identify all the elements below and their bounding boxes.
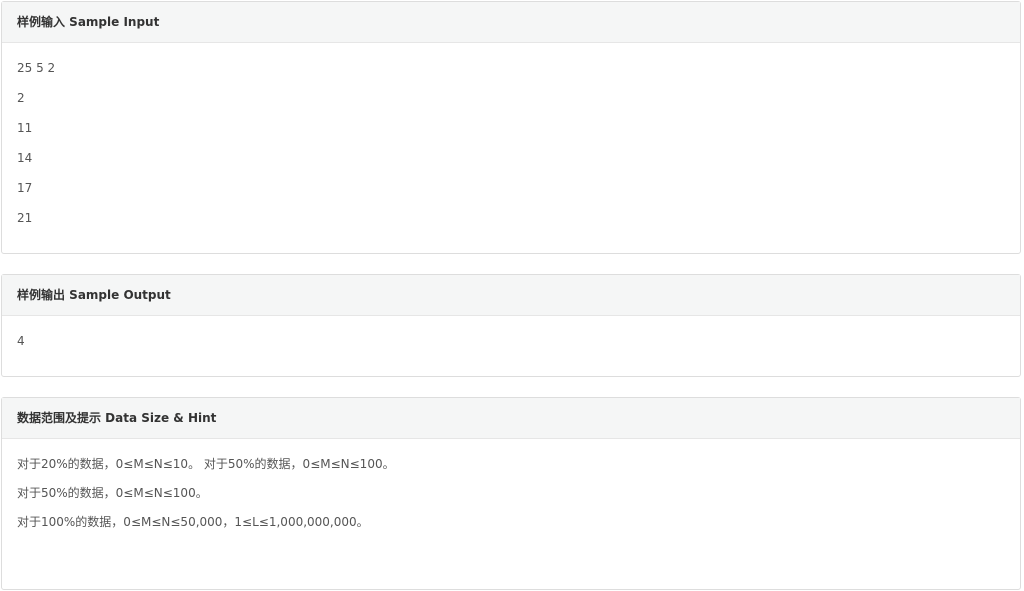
data-size-hint-body: 对于20%的数据，0≤M≤N≤10。 对于50%的数据，0≤M≤N≤100。 对…: [2, 439, 1020, 529]
sample-output-body: 4: [2, 316, 1020, 348]
sample-input-body: 25 5 2 2 11 14 17 21: [2, 43, 1020, 225]
hint-line: 对于100%的数据，0≤M≤N≤50,000，1≤L≤1,000,000,000…: [17, 515, 369, 529]
sample-input-line: 17: [17, 181, 33, 195]
hint-line: 对于20%的数据，0≤M≤N≤10。 对于50%的数据，0≤M≤N≤100。: [17, 457, 395, 471]
sample-input-line: 25 5 2: [17, 61, 56, 75]
sample-input-line: 2: [17, 91, 25, 105]
sample-output-panel: 样例输出 Sample Output 4: [1, 274, 1021, 377]
data-size-hint-title: 数据范围及提示 Data Size & Hint: [2, 398, 1020, 439]
sample-input-line: 14: [17, 151, 33, 165]
sample-output-line: 4: [17, 334, 25, 348]
sample-input-line: 11: [17, 121, 33, 135]
sample-input-panel: 样例输入 Sample Input 25 5 2 2 11 14 17 21: [1, 1, 1021, 254]
sample-output-title: 样例输出 Sample Output: [2, 275, 1020, 316]
sample-input-line: 21: [17, 211, 33, 225]
sample-input-title: 样例输入 Sample Input: [2, 2, 1020, 43]
data-size-hint-panel: 数据范围及提示 Data Size & Hint 对于20%的数据，0≤M≤N≤…: [1, 397, 1021, 590]
hint-line: 对于50%的数据，0≤M≤N≤100。: [17, 486, 208, 500]
